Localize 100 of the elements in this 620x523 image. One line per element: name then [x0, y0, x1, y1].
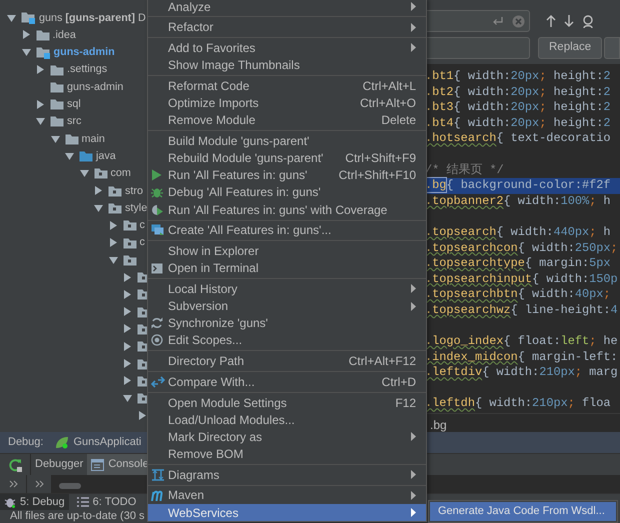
menu-item[interactable]: Subversion [148, 298, 426, 315]
package-folder-icon [122, 254, 136, 266]
module-folder-icon [21, 11, 36, 24]
tree-item[interactable]: guns [guns-parent] D [0, 9, 146, 26]
menu-item[interactable]: Create 'All Features in: guns'... [148, 222, 426, 239]
menu-item[interactable]: Build Module 'guns-parent' [148, 132, 426, 150]
tree-item[interactable]: guns-admin [0, 78, 124, 96]
tree-item[interactable]: src [0, 112, 82, 130]
menu-item[interactable]: Edit Scopes... [148, 332, 426, 350]
tool-window-button[interactable]: 6: TODO [72, 494, 140, 510]
sync-icon [151, 317, 163, 330]
replace-button[interactable]: Replace [538, 37, 602, 59]
rerun-icon [8, 458, 22, 472]
shortcut-label: Ctrl+Shift+F10 [338, 167, 416, 184]
menu-item[interactable]: Open in Terminal [148, 260, 426, 277]
tree-item[interactable]: sql [0, 95, 81, 113]
menu-item[interactable]: Maven [148, 486, 426, 504]
up-arrow-icon [546, 15, 556, 27]
code-line: .topsearchcon{ width:250px; [425, 240, 619, 256]
submenu-arrow-icon [411, 470, 416, 480]
bug-icon [4, 496, 16, 508]
tree-item[interactable]: guns-admin [0, 44, 115, 61]
folder-icon [50, 64, 64, 76]
code-line: .topsearch{ width:440px; h [425, 224, 612, 241]
tree-item[interactable]: style [0, 199, 148, 217]
menu-item[interactable]: Compare With... Ctrl+D [148, 373, 426, 390]
menu-item[interactable]: Analyze [148, 0, 426, 16]
shortcut-label: F12 [394, 394, 416, 412]
code-line: .bt2{ width:20px; height:2 [425, 84, 612, 100]
tool-window-button[interactable]: 5: Debug [0, 494, 69, 510]
coverage-icon [151, 204, 164, 216]
folder-icon [50, 115, 64, 128]
scrollbar-thumb[interactable] [59, 483, 81, 489]
search-icon [582, 14, 595, 28]
submenu-arrow-icon [411, 432, 416, 442]
package-folder-icon [122, 219, 136, 232]
menu-item[interactable]: Show in Explorer [148, 242, 426, 260]
tree-item[interactable]: stro [0, 182, 143, 200]
session-tab[interactable]: GunsApplicati [51, 432, 146, 453]
folder-icon [64, 132, 78, 145]
menu-item[interactable]: Mark Directory as [148, 428, 426, 446]
folder-icon [50, 80, 64, 93]
code-line: .index_midcon{ margin-left: [425, 350, 619, 366]
menu-item[interactable]: Directory Path Ctrl+Alt+F12 [148, 352, 426, 370]
folder-icon [36, 28, 50, 41]
compare-arrows-icon [151, 376, 165, 388]
shortcut-label: Delete [380, 112, 416, 130]
shortcut-label: Ctrl+D [380, 374, 416, 391]
tree-item[interactable]: main [0, 130, 105, 148]
menu-item[interactable]: Load/Unload Modules... [148, 411, 426, 428]
shortcut-label: Ctrl+Shift+F9 [344, 150, 416, 168]
menu-item[interactable]: Refactor [148, 18, 426, 36]
package-folder-icon [94, 167, 108, 180]
menu-item[interactable]: Reformat Code Ctrl+Alt+L [148, 77, 426, 94]
menu-item[interactable]: Generate Java Code From Wsdl... [430, 502, 616, 521]
maven-icon [151, 490, 165, 501]
menu-item[interactable]: Remove Module Delete [148, 112, 426, 129]
status-text: All files are up-to-date (30 s [10, 510, 145, 522]
code-line: .topsearchtype{ margin:5px [425, 256, 612, 272]
folder-icon [50, 98, 64, 110]
run-icon [151, 169, 162, 182]
tree-item[interactable]: c [0, 234, 145, 252]
code-line: .leftdiv{ width:210px; marg [425, 365, 619, 381]
down-arrow-icon [564, 15, 574, 27]
menu-item[interactable]: Rebuild Module 'guns-parent' Ctrl+Shift+F9 [148, 150, 426, 167]
code-line: .hotsearch{ text-decoratio [425, 131, 612, 147]
submenu-arrow-icon [411, 22, 416, 32]
leaf-icon [55, 436, 70, 449]
menu-item[interactable]: WebServices [148, 504, 426, 522]
clear-icon [512, 14, 525, 28]
tree-item[interactable]: c [0, 216, 145, 234]
tree-item[interactable]: java [0, 147, 116, 165]
code-line: .logo_index{ float:left; he [425, 334, 619, 350]
code-line: .topsearchbtn{ width:40px; [425, 287, 612, 303]
tree-item[interactable]: com [0, 164, 131, 182]
create-config-icon [151, 224, 165, 236]
code-line: .bt4{ width:20px; height:2 [425, 116, 612, 132]
bug-icon [151, 186, 163, 198]
panel-title: Debug: [7, 435, 44, 450]
package-folder-icon [108, 184, 122, 197]
folder-icon [79, 150, 93, 162]
panel-tab[interactable]: Debugger [31, 454, 88, 475]
menu-item[interactable]: Show Image Thumbnails [148, 56, 426, 74]
shortcut-label: Ctrl+Alt+F12 [348, 353, 416, 370]
menu-item[interactable]: Local History [148, 280, 426, 298]
tree-item[interactable]: .settings [0, 60, 108, 78]
tree-item[interactable]: .idea [0, 26, 76, 44]
code-line: .leftdh{ width:210px; floa [425, 396, 612, 412]
breadcrumb[interactable]: .bg [430, 418, 447, 432]
menu-item[interactable]: Run 'All Features in: guns' with Coverage [148, 201, 426, 218]
menu-item[interactable]: Add to Favorites [148, 39, 426, 57]
target-icon [151, 334, 163, 346]
menu-item[interactable]: Diagrams [148, 466, 426, 484]
submenu-arrow-icon [411, 43, 416, 52]
list-icon [76, 497, 89, 507]
double-chevron-icon [34, 480, 44, 488]
menu-item[interactable]: Open Module Settings F12 [148, 394, 426, 412]
menu-item[interactable]: Synchronize 'guns' [148, 314, 426, 332]
menu-item[interactable]: Optimize Imports Ctrl+Alt+O [148, 94, 426, 112]
code-line: .topsearchinput{ width:150p [425, 272, 619, 288]
